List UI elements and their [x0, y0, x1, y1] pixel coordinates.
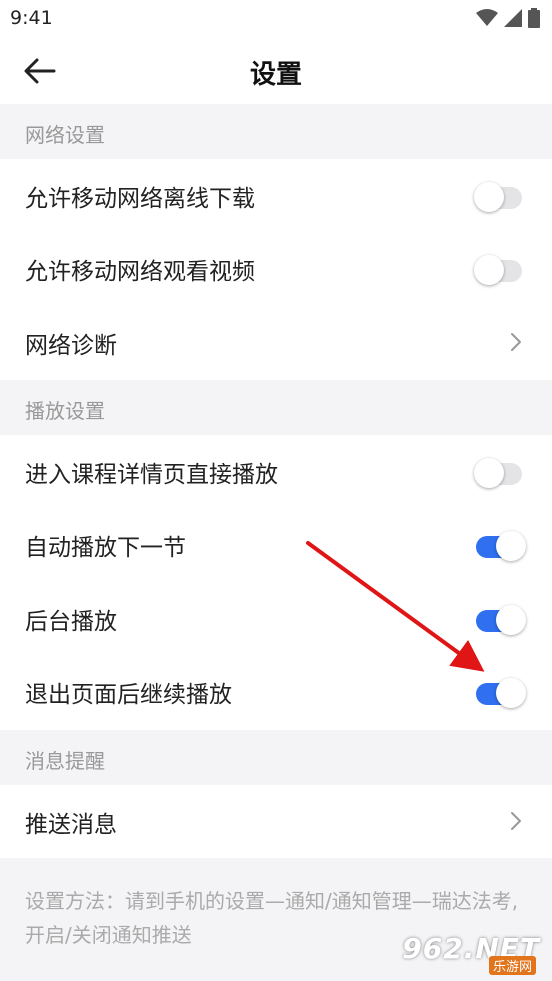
watermark-logo: 962.NET 乐游网 — [402, 931, 546, 975]
section-header-label: 播放设置 — [25, 399, 105, 423]
setting-row-watch-video[interactable]: 允许移动网络观看视频 — [0, 232, 552, 305]
toggle-knob — [474, 458, 504, 488]
setting-row-background-play[interactable]: 后台播放 — [0, 582, 552, 655]
direct-play-toggle[interactable] — [474, 457, 524, 488]
status-time: 9:41 — [10, 7, 53, 29]
battery-icon — [528, 8, 540, 28]
toggle-knob — [474, 182, 504, 212]
toggle-knob — [496, 678, 526, 708]
setting-row-autoplay-next[interactable]: 自动播放下一节 — [0, 508, 552, 581]
section-header-playback: 播放设置 — [0, 380, 552, 435]
wifi-icon — [476, 9, 498, 26]
setting-row-offline-download[interactable]: 允许移动网络离线下载 — [0, 159, 552, 232]
setting-row-network-diagnosis[interactable]: 网络诊断 — [0, 306, 552, 379]
status-icons — [476, 8, 540, 28]
background-play-toggle[interactable] — [474, 604, 526, 635]
toggle-knob — [496, 605, 526, 635]
chevron-right-icon — [511, 333, 521, 351]
setting-label: 后台播放 — [25, 609, 117, 635]
setting-row-continue-after-exit[interactable]: 退出页面后继续播放 — [0, 655, 552, 728]
status-bar: 9:41 — [0, 0, 552, 40]
section-header-network: 网络设置 — [0, 104, 552, 159]
signal-icon — [504, 9, 522, 27]
toggle-knob — [474, 255, 504, 285]
chevron-right-icon — [511, 812, 521, 830]
nav-bar: 设置 — [0, 40, 552, 104]
setting-label: 推送消息 — [25, 812, 117, 838]
page-title: 设置 — [249, 60, 302, 90]
setting-row-direct-play[interactable]: 进入课程详情页直接播放 — [0, 435, 552, 508]
section-header-label: 消息提醒 — [25, 749, 105, 773]
setting-label: 允许移动网络离线下载 — [25, 186, 255, 212]
watch-video-toggle[interactable] — [474, 254, 524, 285]
setting-row-push-messages[interactable]: 推送消息 — [0, 785, 552, 858]
toggle-knob — [496, 531, 526, 561]
setting-label: 允许移动网络观看视频 — [25, 259, 255, 285]
setting-label: 自动播放下一节 — [25, 535, 186, 561]
offline-download-toggle[interactable] — [474, 181, 524, 212]
autoplay-next-toggle[interactable] — [474, 530, 526, 561]
section-header-label: 网络设置 — [25, 123, 105, 147]
section-header-notification: 消息提醒 — [0, 730, 552, 785]
setting-label: 退出页面后继续播放 — [25, 682, 232, 708]
setting-label: 进入课程详情页直接播放 — [25, 462, 278, 488]
watermark-sub: 乐游网 — [488, 956, 536, 975]
continue-after-exit-toggle[interactable] — [474, 677, 526, 708]
setting-label: 网络诊断 — [25, 333, 117, 359]
